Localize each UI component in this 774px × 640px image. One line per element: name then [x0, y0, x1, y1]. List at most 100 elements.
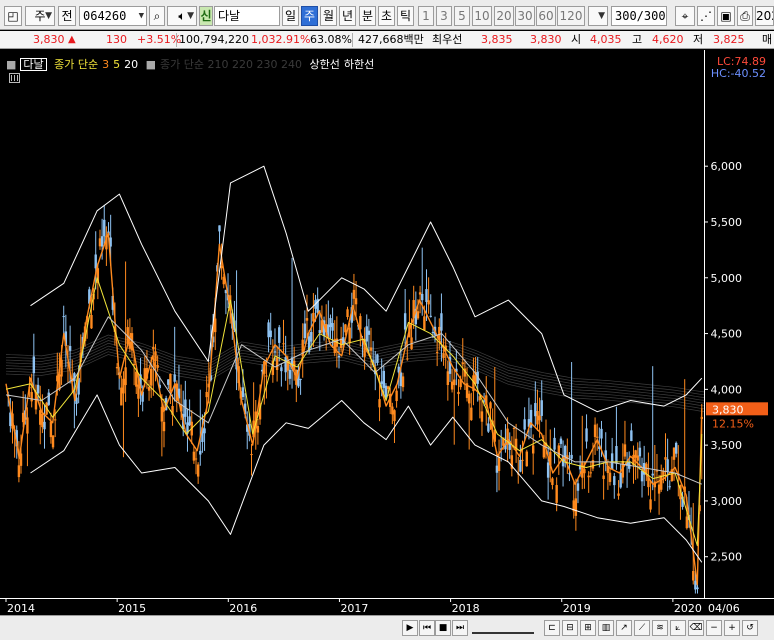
candle-body — [674, 442, 678, 454]
candle-body — [649, 499, 652, 510]
candle-body — [576, 483, 580, 491]
interval-1[interactable]: 1 — [418, 6, 434, 26]
candle-body — [137, 384, 140, 399]
candle-body — [442, 353, 445, 359]
interval-10[interactable]: 10 — [472, 6, 492, 26]
interval-60[interactable]: 60 — [536, 6, 556, 26]
candle-body — [461, 362, 464, 365]
candle-body — [523, 419, 526, 430]
candle-body — [154, 351, 157, 362]
zoom-scrollbar[interactable] — [472, 622, 534, 634]
interval-20[interactable]: 20 — [494, 6, 514, 26]
period-tick[interactable]: 틱 — [397, 6, 414, 26]
volume-pct: 1,032.91% — [251, 33, 311, 46]
search-icon[interactable]: ⌕ — [149, 6, 165, 26]
candle-body — [275, 357, 279, 371]
trend-tool-icon[interactable]: ⋰ — [697, 6, 715, 26]
new-stock-badge: 신 — [199, 6, 213, 26]
scroll-first-icon[interactable]: ⏮ — [419, 620, 435, 636]
candle-body — [519, 459, 522, 472]
candle-body — [147, 387, 151, 391]
sound-icon[interactable]: 🔈︎ ▼ — [167, 6, 197, 26]
separator — [176, 33, 177, 47]
prev-button[interactable]: 전 — [58, 6, 76, 26]
candle-body — [591, 460, 595, 469]
y-tick-label: 4,500 — [711, 328, 743, 341]
chart-type-icon[interactable]: ⊟ — [562, 620, 578, 636]
grid-icon[interactable] — [9, 73, 20, 83]
x-tick-label: 2018 — [452, 602, 480, 615]
candle-body — [380, 381, 383, 384]
stop-icon[interactable]: ■ — [435, 620, 451, 636]
measure-tool-icon[interactable]: ⟀ — [670, 620, 686, 636]
zoom-out-icon[interactable]: − — [706, 620, 722, 636]
candle-body — [318, 330, 321, 334]
fibo-tool-icon[interactable]: ≋ — [652, 620, 668, 636]
candle-body — [610, 453, 614, 470]
candle-body — [423, 316, 426, 331]
candle-body — [280, 367, 283, 372]
date-field[interactable]: 202 — [755, 6, 774, 26]
period-month[interactable]: 월 — [320, 6, 337, 26]
candle-body — [574, 498, 578, 516]
legend-marker-icon: ■ — [145, 58, 157, 71]
candle-body — [49, 421, 53, 438]
scroll-last-icon[interactable]: ⏭ — [452, 620, 468, 636]
interval-120[interactable]: 120 — [557, 6, 585, 26]
current-price-label: 3,830 — [712, 403, 744, 416]
candle-body — [403, 313, 407, 330]
candle-body — [425, 289, 428, 302]
candle-body — [651, 473, 654, 476]
candle-body — [431, 331, 435, 333]
line-tool-icon[interactable]: ⟋ — [634, 620, 650, 636]
candle-body — [43, 421, 46, 430]
erase-tool-icon[interactable]: ⌫ — [688, 620, 704, 636]
reset-icon[interactable]: ↺ — [742, 620, 758, 636]
candle-body — [619, 472, 622, 488]
candle-body — [542, 445, 546, 458]
interval-3[interactable]: 3 — [436, 6, 452, 26]
lower-band-line — [30, 394, 703, 563]
window-icon[interactable]: ◰ — [4, 6, 22, 26]
x-tick-label: 04/06 — [708, 602, 740, 615]
arrow-tool-icon[interactable]: ↗ — [616, 620, 632, 636]
candle-body — [655, 470, 659, 472]
type-selector[interactable]: 주 ▼ — [25, 6, 55, 26]
long-ma-line — [5, 345, 705, 404]
x-tick-label: 2019 — [563, 602, 591, 615]
split-icon[interactable]: ⊞ — [580, 620, 596, 636]
candle-body — [269, 330, 272, 338]
count-input[interactable]: 300/300 — [611, 6, 667, 26]
interval-dropdown[interactable]: ▼ — [588, 6, 608, 26]
period-day[interactable]: 일 — [282, 6, 299, 26]
candle-body — [660, 475, 663, 490]
period-minute[interactable]: 분 — [359, 6, 376, 26]
period-second[interactable]: 초 — [378, 6, 395, 26]
candle-body — [551, 478, 554, 485]
crosshair-icon[interactable]: ⌖ — [675, 6, 695, 26]
period-week[interactable]: 주 — [301, 6, 318, 26]
scroll-left-icon[interactable]: ▶ — [402, 620, 418, 636]
x-tick-label: 2017 — [340, 602, 368, 615]
candle-body — [446, 371, 450, 386]
period-year[interactable]: 년 — [339, 6, 356, 26]
fit-icon[interactable]: ⊏ — [544, 620, 560, 636]
stock-code-input[interactable]: 064260 ▼ — [79, 6, 147, 26]
candle-body — [68, 345, 72, 351]
price-chart-area[interactable]: 6,000 5,500 5,000 4,500 4,000 3,500 3,000 2,500… — [0, 50, 774, 615]
candle-body — [162, 421, 166, 432]
save-icon[interactable]: ▣ — [717, 6, 735, 26]
candle-body — [395, 390, 398, 402]
compare-icon[interactable]: ▥ — [598, 620, 614, 636]
ask-price: 3,835 — [481, 33, 513, 46]
candle-body — [41, 413, 44, 428]
zoom-in-icon[interactable]: + — [724, 620, 740, 636]
x-tick-label: 2014 — [7, 602, 35, 615]
candle-body — [354, 298, 358, 305]
candle-body — [386, 386, 390, 390]
stock-name-field[interactable]: 다날 — [214, 6, 280, 26]
print-icon[interactable]: ⎙ — [737, 6, 753, 26]
legend-marker-icon: ■ — [6, 58, 17, 71]
interval-5[interactable]: 5 — [454, 6, 470, 26]
interval-30[interactable]: 30 — [515, 6, 535, 26]
